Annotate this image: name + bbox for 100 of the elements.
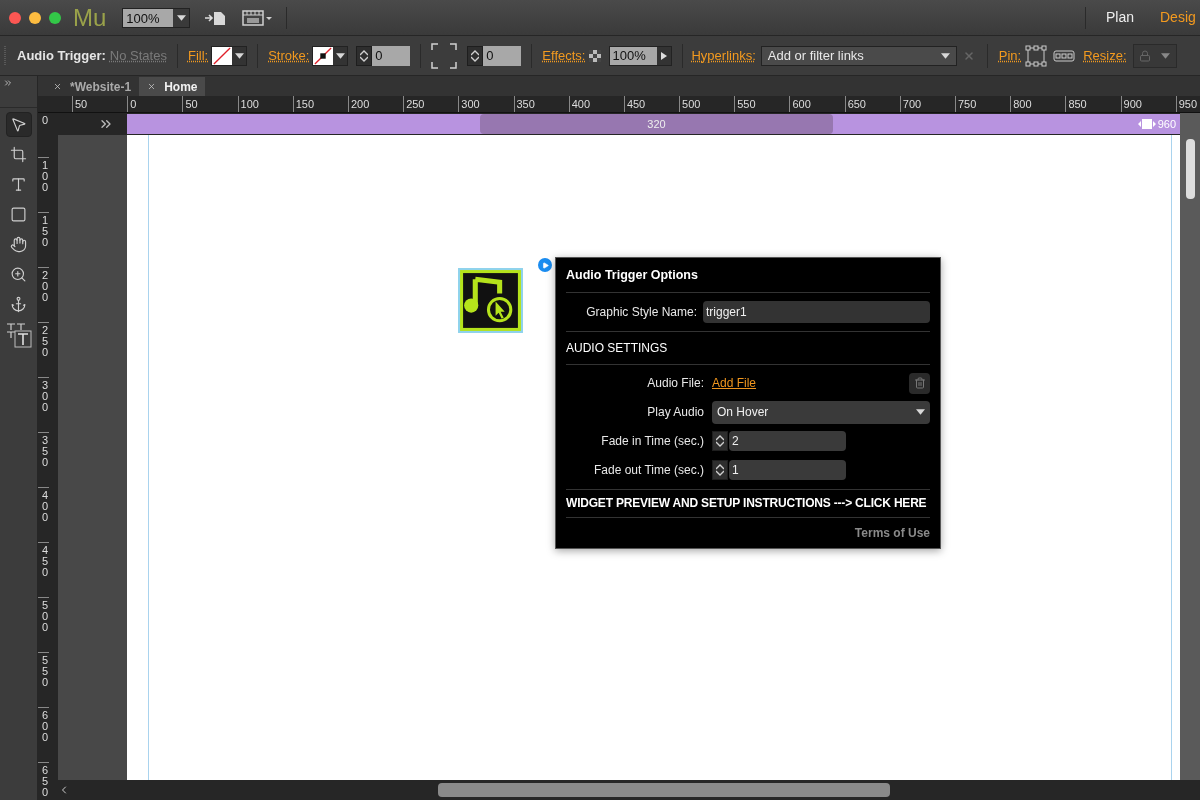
caret-icon xyxy=(916,409,925,416)
tool-button[interactable] xyxy=(5,322,32,347)
caret-icon xyxy=(234,52,244,59)
hyperlinks-dropdown[interactable]: Add or filter links xyxy=(760,45,957,66)
ruler-label: 100 xyxy=(38,157,49,212)
caret-icon xyxy=(1161,52,1171,59)
ruler-label: 750 xyxy=(955,96,1011,112)
vertical-scrollbar[interactable] xyxy=(1180,113,1200,780)
fill-swatch[interactable] xyxy=(211,45,248,66)
workspace-tab[interactable]: Desig xyxy=(1160,7,1200,28)
field-label: Audio File: xyxy=(646,375,704,393)
ruler-label: 850 xyxy=(1065,96,1121,112)
style-name-input[interactable]: trigger1 xyxy=(703,300,930,323)
add-file-link[interactable]: Add File xyxy=(712,374,757,393)
ruler-label: 500 xyxy=(38,597,49,652)
seconds-input[interactable]: 2 xyxy=(729,431,846,452)
fill-label[interactable]: Fill: xyxy=(187,45,209,66)
play-audio-select[interactable]: On Hover xyxy=(712,400,930,424)
widget-name: Audio Trigger: xyxy=(17,46,106,65)
trash-icon xyxy=(913,377,926,390)
ruler-label: 800 xyxy=(1010,96,1066,112)
close-tab-icon[interactable] xyxy=(147,82,157,91)
close-window-icon[interactable] xyxy=(9,11,21,24)
resize-dropdown[interactable] xyxy=(1132,43,1177,68)
stepper-icon[interactable] xyxy=(712,431,728,452)
stepper-icon[interactable] xyxy=(356,45,373,66)
terms-link[interactable]: Terms of Use xyxy=(854,523,930,542)
breakpoint-width: 960 xyxy=(1157,116,1176,132)
field-label: Fade out Time (sec.) xyxy=(592,462,704,480)
ruler-label: 400 xyxy=(568,96,624,112)
workspace-tab[interactable]: Plan xyxy=(1105,7,1134,28)
document-tab[interactable]: *Website-1 xyxy=(45,77,140,96)
stroke-swatch[interactable] xyxy=(312,45,349,66)
music-note-cursor-icon[interactable] xyxy=(457,267,524,334)
instructions-link[interactable]: WIDGET PREVIEW AND SETUP INSTRUCTIONS ---> CLICK HERE xyxy=(566,489,930,518)
ruler-label: 100 xyxy=(237,96,293,112)
ruler-label: 350 xyxy=(38,432,49,487)
crop-icon xyxy=(10,146,27,163)
ruler-label: 400 xyxy=(38,487,49,542)
ruler-label: 700 xyxy=(899,96,955,112)
app-logo: Mu xyxy=(73,5,107,30)
stroke-width-input[interactable]: 0 xyxy=(372,45,411,66)
ruler-label: 300 xyxy=(38,377,49,432)
ruler-label: 650 xyxy=(38,762,49,800)
ruler-label: 600 xyxy=(38,707,49,762)
ruler-label: 500 xyxy=(679,96,735,112)
ruler-label: 900 xyxy=(1120,96,1176,112)
stroke-label[interactable]: Stroke: xyxy=(268,45,310,66)
layout-caret-icon[interactable] xyxy=(242,8,275,27)
horizontal-scrollbar[interactable] xyxy=(58,780,1200,800)
ruler-label: 650 xyxy=(844,96,900,112)
ruler-label: 450 xyxy=(38,542,49,597)
text-frame-icon xyxy=(5,321,32,348)
resize-label[interactable]: Resize: xyxy=(1083,45,1127,66)
field-label: Graphic Style Name: xyxy=(585,303,697,321)
anchor-icon xyxy=(10,296,27,313)
pin-label[interactable]: Pin: xyxy=(998,45,1022,66)
hyperlinks-label[interactable]: Hyperlinks: xyxy=(691,45,756,66)
maximize-window-icon[interactable] xyxy=(49,11,61,24)
ruler-label: 950 xyxy=(1175,96,1200,112)
hand-icon xyxy=(10,236,27,253)
pointer-icon xyxy=(10,116,27,133)
delete-button[interactable] xyxy=(909,372,930,394)
ruler-label: 0 xyxy=(41,113,49,128)
text-tool-icon xyxy=(10,176,27,193)
field-label: Play Audio xyxy=(646,404,704,422)
tool-button[interactable] xyxy=(5,112,32,137)
seconds-input[interactable]: 1 xyxy=(729,460,846,481)
effects-label[interactable]: Effects: xyxy=(542,45,586,66)
section-heading: AUDIO SETTINGS xyxy=(566,331,930,365)
minimize-window-icon[interactable] xyxy=(29,11,41,24)
ruler-label: 0 xyxy=(127,96,183,112)
ruler-label: 250 xyxy=(38,322,49,377)
ruler-label: 250 xyxy=(403,96,459,112)
ruler-label: 450 xyxy=(623,96,680,112)
lock-icon xyxy=(1138,49,1151,62)
ruler-label: 150 xyxy=(38,212,49,267)
panel-title: Audio Trigger Options xyxy=(566,266,930,293)
pin-frame-icon[interactable] xyxy=(1025,44,1048,67)
stepper-icon[interactable] xyxy=(467,45,484,66)
caret-icon xyxy=(940,52,950,59)
ruler-label: 550 xyxy=(734,96,790,112)
close-tab-icon[interactable] xyxy=(53,82,62,91)
zoom-dropdown[interactable]: 100% xyxy=(122,7,191,28)
ruler-label: 550 xyxy=(38,652,49,707)
ruler-label: 350 xyxy=(513,96,569,112)
pin-center-icon[interactable] xyxy=(1053,47,1076,64)
corner-radius-icon xyxy=(431,42,458,69)
ruler-label: 200 xyxy=(38,267,49,322)
ruler-label: 200 xyxy=(347,96,404,112)
import-page-icon[interactable] xyxy=(204,9,227,26)
stepper-icon[interactable] xyxy=(712,460,728,481)
ruler-label: 300 xyxy=(458,96,514,112)
corner-radius-input[interactable]: 0 xyxy=(483,45,522,66)
document-tab[interactable]: Home xyxy=(139,77,206,96)
ruler-label: 600 xyxy=(789,96,845,112)
rectangle-icon xyxy=(10,206,27,223)
checker-icon[interactable] xyxy=(589,49,602,62)
breakpoint-handle-icon[interactable] xyxy=(1137,118,1156,130)
field-label: Fade in Time (sec.) xyxy=(600,433,704,451)
